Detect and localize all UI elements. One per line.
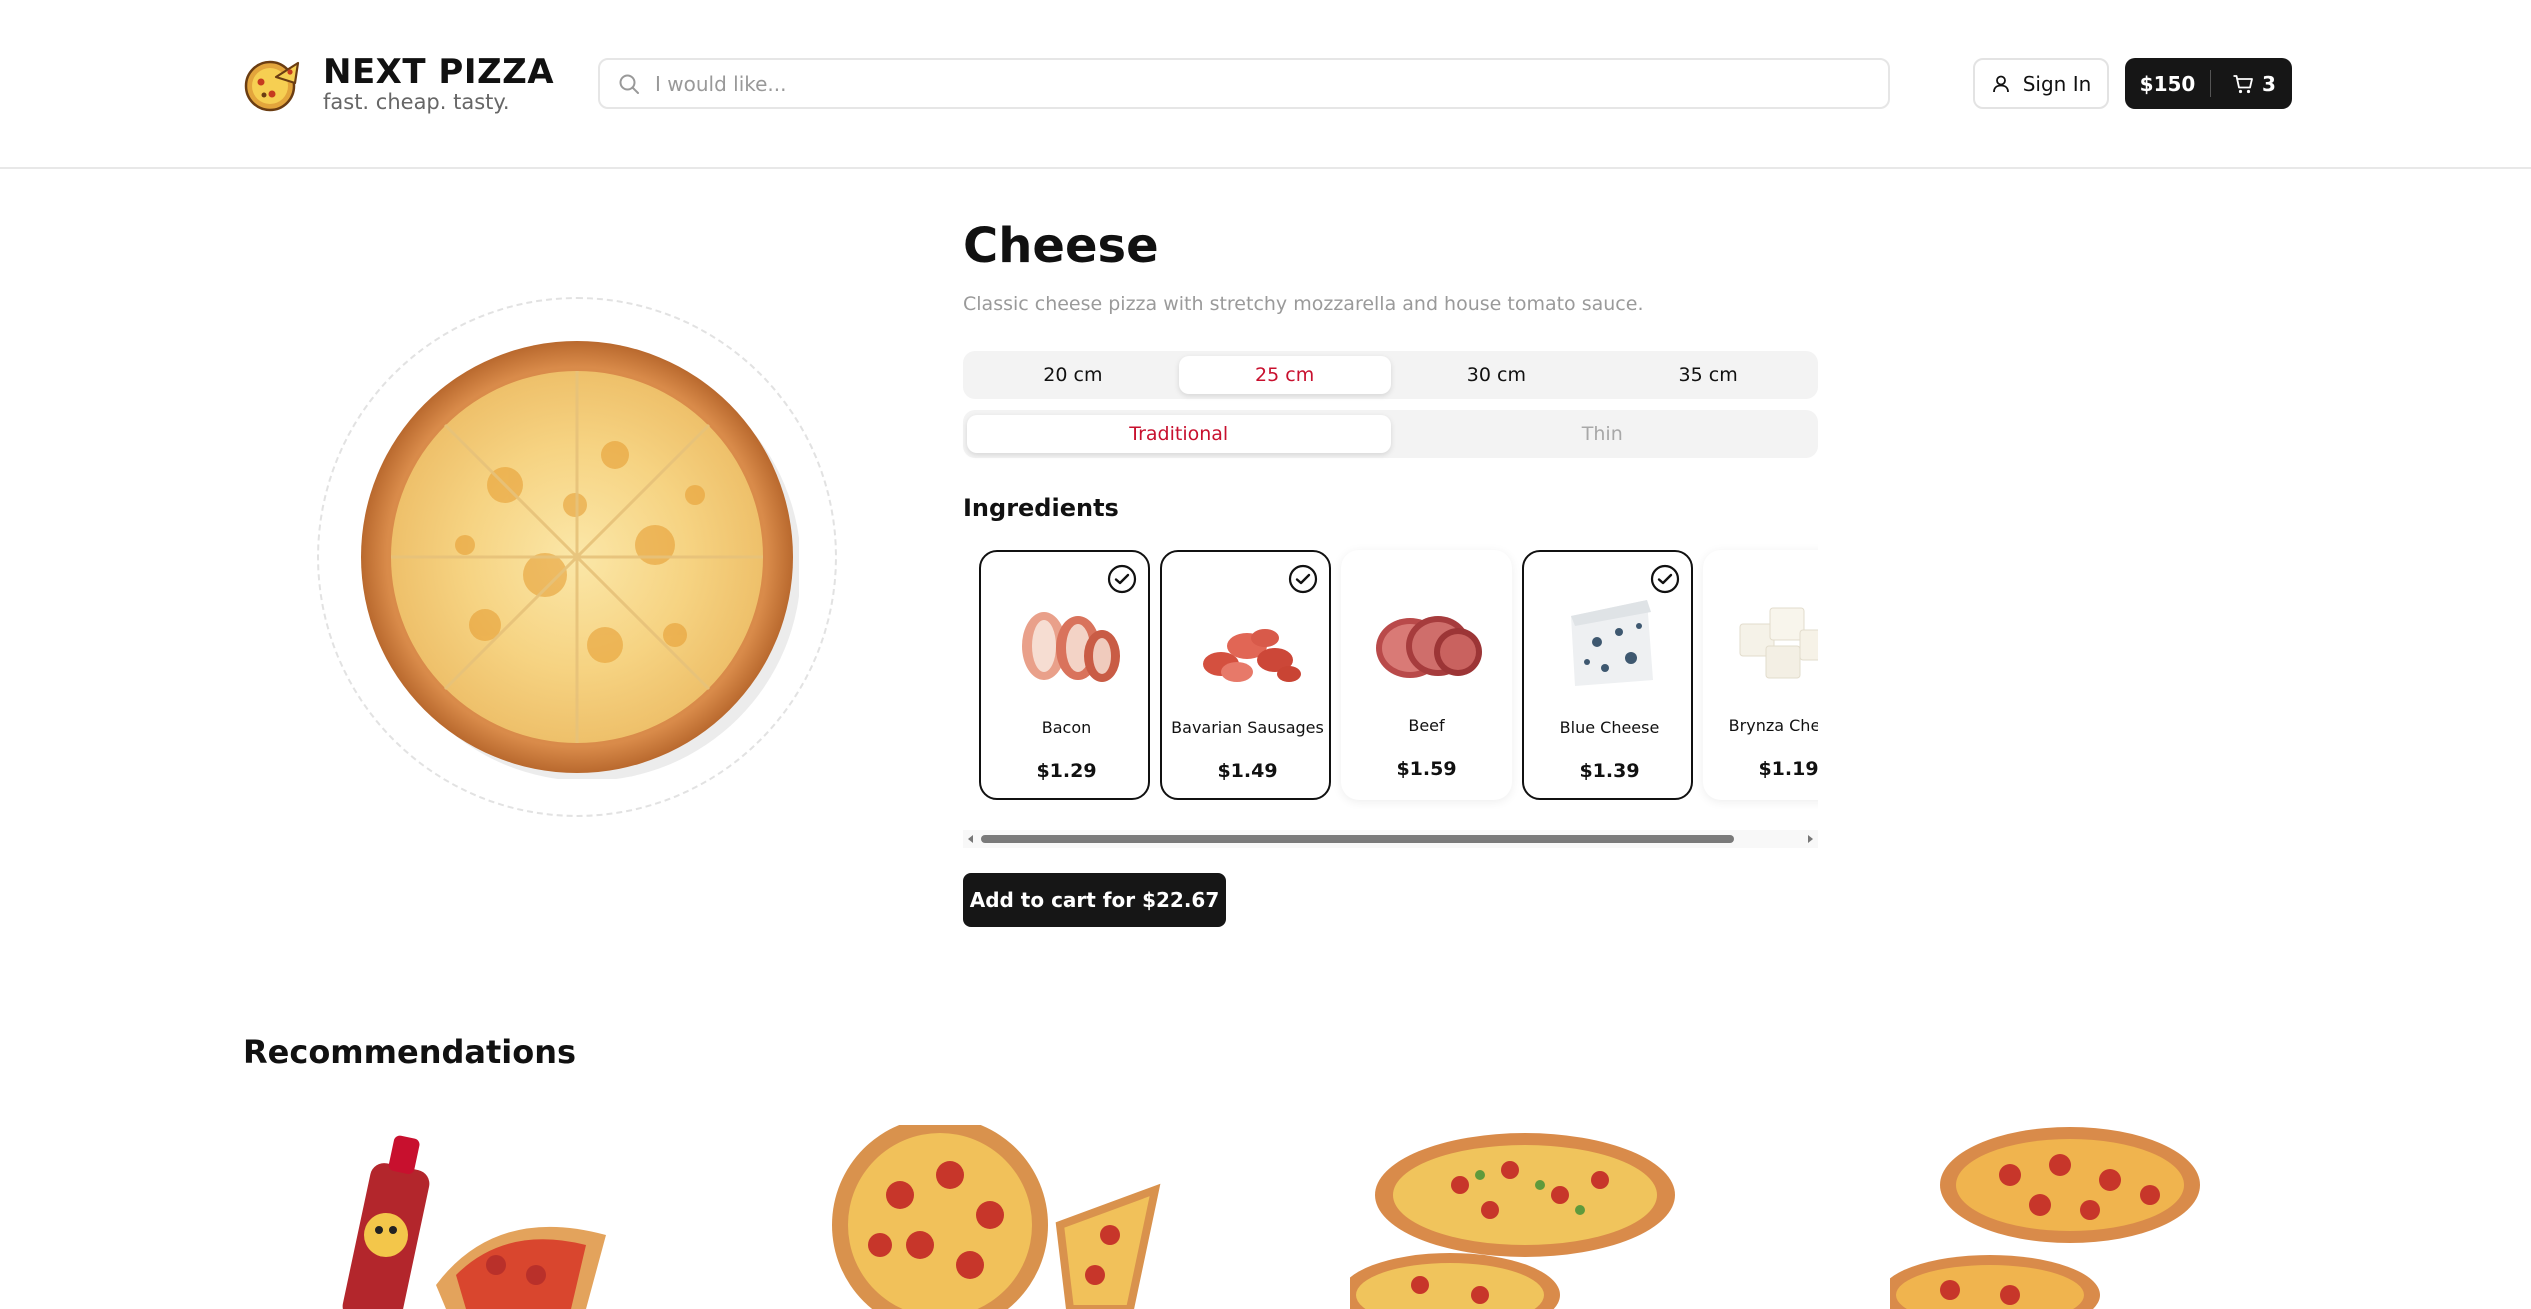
recommendations-heading: Recommendations xyxy=(243,1033,577,1071)
blue-cheese-image xyxy=(1571,600,1653,686)
user-icon xyxy=(1992,75,2009,92)
cart-total: $150 xyxy=(2139,71,2196,96)
recommendation-item[interactable] xyxy=(830,1125,1170,1309)
ingredient-name: Beef xyxy=(1408,716,1445,735)
ingredients-scrollbar[interactable] xyxy=(963,830,1818,848)
recommendation-item[interactable] xyxy=(316,1125,656,1309)
size-option-25[interactable]: 25 cm xyxy=(1178,356,1391,394)
size-option-35[interactable]: 35 cm xyxy=(1602,356,1814,394)
ingredient-name: Blue Cheese xyxy=(1559,718,1660,737)
ingredient-card-blue-cheese[interactable]: Blue Cheese $1.39 xyxy=(1522,550,1693,800)
ingredient-price: $1.39 xyxy=(1579,760,1640,782)
ingredients-heading: Ingredients xyxy=(963,494,1119,522)
ingredient-name: Brynza Cheese xyxy=(1728,716,1818,735)
size-selector: 20 cm 25 cm 30 cm 35 cm xyxy=(963,351,1818,399)
add-to-cart-button[interactable]: Add to cart for $22.67 xyxy=(963,873,1226,927)
size-option-20[interactable]: 20 cm xyxy=(967,356,1179,394)
recommendation-item[interactable] xyxy=(1890,1125,2230,1309)
pizza-logo-icon xyxy=(244,60,300,112)
ingredient-price: $1.59 xyxy=(1396,758,1457,780)
ingredient-name: Bavarian Sausages xyxy=(1171,718,1324,737)
ingredient-card-brynza-cheese[interactable]: Brynza Cheese $1.19 xyxy=(1703,550,1818,800)
dough-option-thin[interactable]: Thin xyxy=(1391,415,1815,453)
cart-button[interactable]: $150 3 xyxy=(2125,58,2292,109)
ingredient-card-bacon[interactable]: Bacon $1.29 xyxy=(979,550,1150,800)
size-option-30[interactable]: 30 cm xyxy=(1391,356,1603,394)
ingredient-card-beef[interactable]: Beef $1.59 xyxy=(1341,550,1512,800)
scroll-right-icon[interactable] xyxy=(1806,835,1814,843)
brand-tagline: fast. cheap. tasty. xyxy=(323,90,510,114)
site-header: NEXT PIZZA fast. cheap. tasty. Sign In $… xyxy=(0,0,2531,169)
search-icon xyxy=(619,74,639,94)
brynza-cheese-image xyxy=(1739,607,1818,679)
recommendation-item[interactable] xyxy=(1350,1125,1690,1309)
brand-title: NEXT PIZZA xyxy=(323,52,555,92)
search-input[interactable] xyxy=(655,71,1855,96)
scrollbar-thumb[interactable] xyxy=(981,835,1734,843)
product-description: Classic cheese pizza with stretchy mozza… xyxy=(963,293,1644,315)
sign-in-button[interactable]: Sign In xyxy=(1973,58,2109,109)
search-bar[interactable] xyxy=(598,58,1890,109)
logo[interactable]: NEXT PIZZA fast. cheap. tasty. xyxy=(243,54,554,114)
dough-type-selector: Traditional Thin xyxy=(963,410,1818,458)
ingredient-price: $1.49 xyxy=(1217,760,1278,782)
bacon-image xyxy=(1022,612,1120,682)
ingredient-card-bavarian-sausages[interactable]: Bavarian Sausages $1.49 xyxy=(1160,550,1331,800)
dough-option-traditional[interactable]: Traditional xyxy=(967,415,1391,453)
beef-image xyxy=(1376,616,1482,678)
ingredient-price: $1.29 xyxy=(1036,760,1097,782)
ingredient-name: Bacon xyxy=(1041,718,1092,737)
ingredients-carousel: Bacon $1.29 Bavarian Sausages $1.49 Beef… xyxy=(963,544,1818,809)
cart-count: 3 xyxy=(2262,71,2276,96)
cart-icon xyxy=(2233,74,2253,93)
sausages-image xyxy=(1203,629,1301,682)
scroll-left-icon[interactable] xyxy=(967,835,975,843)
ingredient-price: $1.19 xyxy=(1758,758,1818,780)
cart-divider xyxy=(2210,70,2211,97)
product-title: Cheese xyxy=(963,218,1159,274)
cheese-pizza-image xyxy=(361,341,799,779)
sign-in-label: Sign In xyxy=(2022,71,2092,96)
